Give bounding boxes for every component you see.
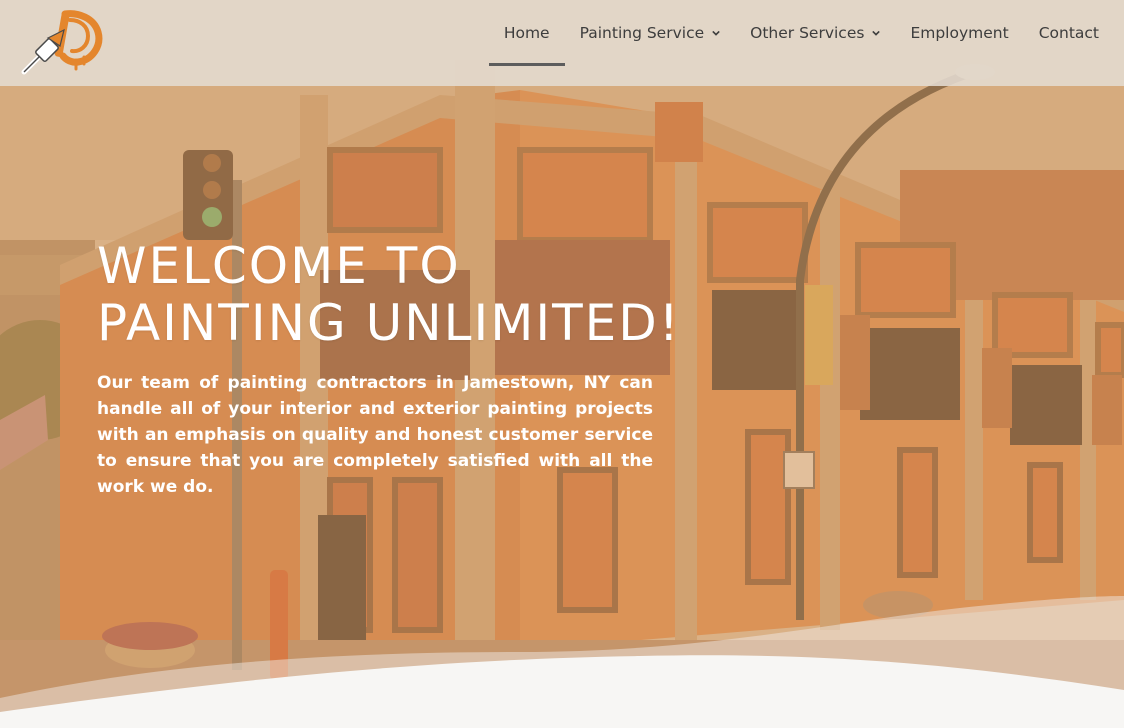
chevron-down-icon — [712, 30, 720, 36]
nav-contact[interactable]: Contact — [1024, 0, 1114, 66]
hero-title: WELCOME TO PAINTING UNLIMITED! — [97, 238, 717, 352]
nav-contact-label: Contact — [1038, 24, 1099, 42]
logo-icon — [21, 10, 103, 75]
nav-employment-label: Employment — [910, 24, 1009, 42]
paintbrush-logo[interactable] — [18, 8, 104, 80]
hero-section — [0, 0, 1124, 728]
nav-other-services[interactable]: Other Services — [735, 0, 895, 66]
nav-employment[interactable]: Employment — [895, 0, 1023, 66]
nav-other-services-label: Other Services — [750, 24, 865, 42]
nav-painting-service[interactable]: Painting Service — [565, 0, 736, 66]
chevron-down-icon — [872, 30, 881, 36]
site-header: Home Painting Service Other Services Emp… — [0, 0, 1124, 86]
hero-title-line1: WELCOME TO — [97, 237, 461, 295]
hero-background-image — [0, 0, 1124, 728]
nav-home-label: Home — [503, 24, 550, 42]
nav-painting-service-label: Painting Service — [579, 24, 705, 42]
main-navigation: Home Painting Service Other Services Emp… — [488, 0, 1114, 86]
hero-title-line2: PAINTING UNLIMITED! — [97, 294, 681, 352]
hero-description: Our team of painting contractors in Jame… — [97, 373, 653, 497]
nav-home[interactable]: Home — [488, 0, 565, 66]
